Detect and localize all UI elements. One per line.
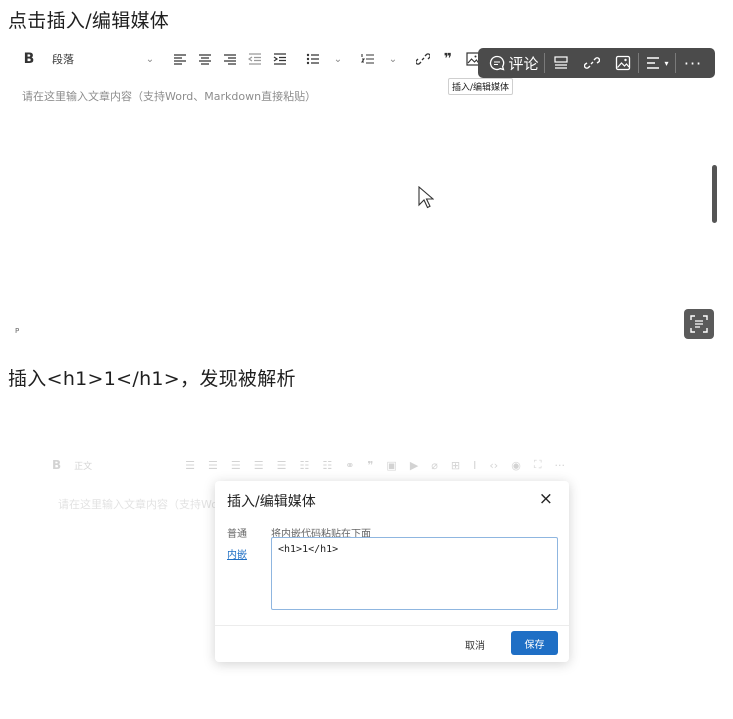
align-left-icon (647, 57, 660, 69)
indent-icon[interactable] (271, 47, 289, 71)
align-center-icon: ☰ (208, 458, 218, 472)
heading-click-insert-media: 点击插入/编辑媒体 (8, 10, 170, 32)
editor-toolbar: B 段落 ⌄ ⌄ ⌄ ❞ (12, 44, 541, 74)
background-toolbar: B 正文 ☰ ☰ ☰ ☰ ☰ ☷ ☷ ⚭ ❞ ▣ ▶ ⌀ ⊞ I ‹› ◉ ⛶ … (52, 458, 565, 472)
cancel-button[interactable]: 取消 (465, 637, 485, 652)
bullet-list-icon: ☷ (299, 458, 310, 472)
indent-icon: ☰ (276, 458, 287, 472)
scan-button[interactable] (684, 309, 714, 339)
link-icon (583, 57, 600, 69)
chevron-down-icon[interactable]: ⌄ (329, 47, 347, 71)
dialog-title: 插入/编辑媒体 (227, 494, 316, 510)
clear-format-icon: I (473, 458, 477, 472)
table-icon: ⊞ (450, 458, 461, 472)
align-left-icon: ☰ (185, 458, 196, 472)
link-icon[interactable] (414, 47, 432, 71)
tab-embed[interactable]: 内嵌 (227, 546, 247, 561)
image-icon (615, 55, 630, 71)
chevron-down-icon[interactable]: ⌄ (384, 47, 402, 71)
media-icon: ▶ (409, 458, 419, 472)
attachment-icon: ⌀ (431, 458, 438, 472)
more-icon: ··· (554, 458, 566, 472)
editor-placeholder[interactable]: 请在这里输入文章内容（支持Word、Markdown直接粘贴） (22, 88, 316, 104)
align-dropdown[interactable]: ▾ (639, 48, 675, 78)
align-right-icon: ☰ (230, 458, 241, 472)
outdent-icon: ☰ (253, 458, 264, 472)
embed-code-input[interactable] (271, 537, 558, 610)
chevron-down-icon[interactable]: ⌄ (141, 47, 159, 71)
block-format-icon (553, 56, 568, 69)
heading-insert-h1: 插入<h1>1</h1>，发现被解析 (8, 368, 296, 390)
numbered-list-icon: ☷ (322, 458, 333, 472)
align-left-icon[interactable] (171, 47, 189, 71)
numbered-list-icon[interactable] (359, 47, 377, 71)
floating-toolbar: 评论 ▾ ··· (478, 48, 715, 78)
scan-icon (690, 315, 708, 333)
more-button[interactable]: ··· (676, 48, 710, 78)
quote-icon: ❞ (367, 458, 374, 472)
image-button[interactable] (607, 48, 638, 78)
tooltip-insert-media: 插入/编辑媒体 (448, 78, 514, 95)
paragraph-marker: P (15, 327, 20, 335)
paragraph-select[interactable]: 段落 (52, 47, 134, 71)
paragraph-select: 正文 (74, 461, 93, 472)
bold-button[interactable]: B (20, 47, 38, 71)
insert-media-dialog: 插入/编辑媒体 × 普通 内嵌 将内嵌代码粘贴在下面 取消 保存 (215, 481, 569, 662)
comment-button[interactable]: 评论 (478, 48, 544, 78)
close-icon[interactable]: × (539, 489, 553, 509)
chevron-down-icon: ▾ (664, 58, 669, 68)
mouse-cursor-icon (418, 186, 434, 209)
outdent-icon[interactable] (246, 47, 264, 71)
bullet-list-icon[interactable] (304, 47, 322, 71)
bold-button: B (52, 458, 62, 472)
preview-icon: ◉ (511, 458, 521, 472)
dialog-divider (215, 625, 569, 626)
comment-label: 评论 (508, 54, 539, 73)
tab-normal[interactable]: 普通 (227, 525, 247, 540)
align-right-icon[interactable] (221, 47, 239, 71)
align-center-icon[interactable] (196, 47, 214, 71)
comment-icon (490, 55, 505, 71)
code-icon: ‹› (489, 458, 499, 472)
image-icon: ▣ (386, 458, 397, 472)
link-button[interactable] (576, 48, 607, 78)
block-format-button[interactable] (545, 48, 576, 78)
quote-icon[interactable]: ❞ (439, 47, 457, 71)
link-icon: ⚭ (345, 458, 355, 472)
scrollbar-thumb[interactable] (712, 165, 717, 223)
fullscreen-icon: ⛶ (533, 458, 542, 471)
save-button[interactable]: 保存 (511, 631, 558, 655)
